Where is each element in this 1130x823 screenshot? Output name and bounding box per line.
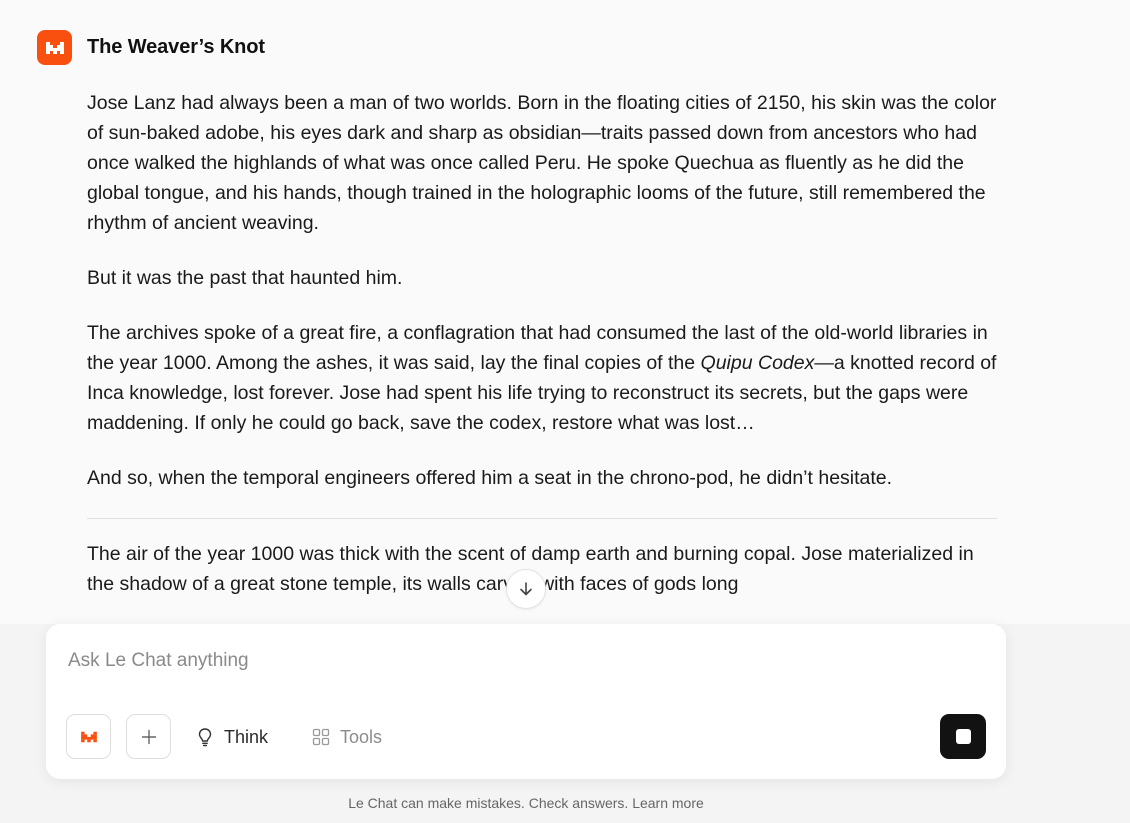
chat-input[interactable] [68, 650, 968, 672]
codex-title: Quipu Codex [700, 352, 815, 374]
stop-icon [955, 729, 971, 744]
mistral-logo-icon [80, 731, 97, 742]
grid-icon [312, 728, 330, 746]
agent-select-button[interactable] [66, 714, 111, 759]
lightbulb-icon [198, 728, 212, 747]
disclaimer-text: Le Chat can make mistakes. Check answers… [348, 795, 704, 811]
story-paragraph: Jose Lanz had always been a man of two w… [87, 92, 997, 234]
assistant-message-header: The Weaver’s Knot [37, 30, 265, 65]
think-label: Think [224, 726, 269, 747]
assistant-message-body: Jose Lanz had always been a man of two w… [87, 88, 997, 624]
story-paragraph: But it was the past that haunted him. [87, 267, 403, 289]
tools-label: Tools [340, 726, 383, 747]
chat-composer: Think Tools [46, 624, 1006, 779]
message-title: The Weaver’s Knot [87, 36, 265, 58]
plus-icon [141, 729, 156, 744]
tools-button[interactable]: Tools [312, 724, 382, 750]
add-attachment-button[interactable] [126, 714, 171, 759]
section-divider [87, 518, 997, 519]
stop-generation-button[interactable] [940, 714, 986, 759]
think-button[interactable]: Think [196, 724, 268, 750]
chat-page: The Weaver’s Knot Jose Lanz had always b… [0, 0, 1130, 823]
scroll-to-bottom-button[interactable] [506, 569, 546, 609]
arrow-down-icon [520, 582, 532, 596]
story-paragraph: The archives spoke of a great fire, a co… [87, 318, 997, 438]
story-paragraph: And so, when the temporal engineers offe… [87, 467, 893, 489]
mistral-logo-icon [37, 30, 72, 65]
